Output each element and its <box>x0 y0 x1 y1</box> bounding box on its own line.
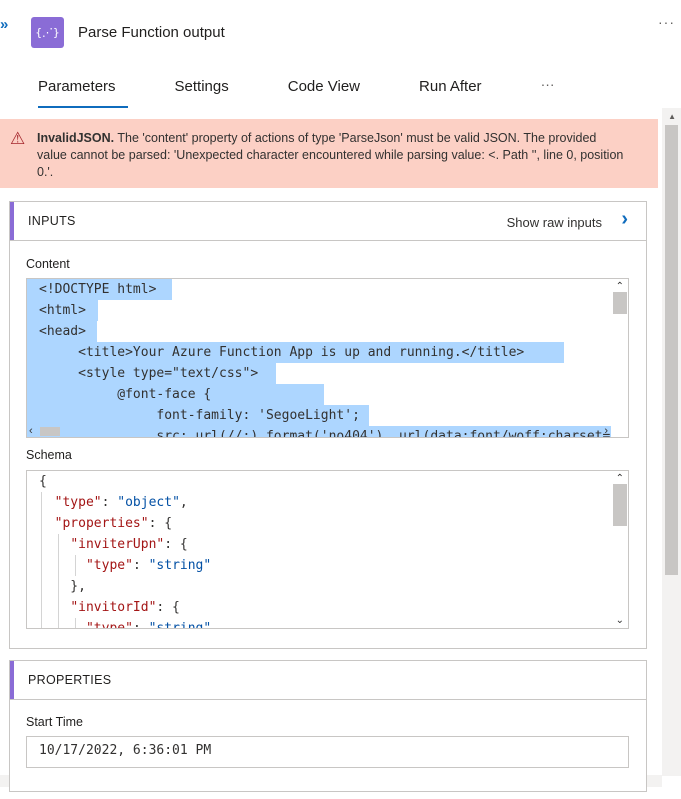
scroll-up-icon[interactable]: ⌃ <box>616 473 624 484</box>
scroll-up-icon[interactable]: ▲ <box>668 112 676 121</box>
json-punct: : <box>132 621 149 629</box>
json-string: "object" <box>117 495 180 510</box>
tab-bar: Parameters Settings Code View Run After ··· <box>26 76 602 110</box>
collapse-panel-icon[interactable]: » <box>0 16 9 33</box>
braces-icon: {⋰} <box>35 26 60 39</box>
schema-scroll-thumb[interactable] <box>613 484 627 526</box>
schema-line: "type": "string" <box>39 555 211 576</box>
tab-settings[interactable]: Settings <box>163 76 241 108</box>
json-punct <box>39 600 70 615</box>
schema-line: "type": "string" <box>39 618 212 629</box>
tab-run-after[interactable]: Run After <box>407 76 494 108</box>
tab-code-view[interactable]: Code View <box>276 76 372 108</box>
json-punct <box>39 495 55 510</box>
content-vertical-scrollbar[interactable]: ⌃ <box>611 279 628 437</box>
inputs-title: INPUTS <box>28 214 76 228</box>
json-punct <box>39 516 55 531</box>
content-line: font-family: 'SegoeLight'; <box>39 408 360 423</box>
scroll-right-icon[interactable]: › <box>604 425 608 437</box>
json-string: "string" <box>148 621 212 629</box>
page-scroll-thumb[interactable] <box>665 125 678 575</box>
json-punct: , <box>179 495 188 510</box>
chevron-right-icon[interactable]: › <box>621 208 628 231</box>
schema-line: "type": "object", <box>39 492 188 513</box>
schema-line: "invitorId": { <box>39 597 180 618</box>
warning-icon: ⚠ <box>10 129 26 148</box>
tabs-more-icon[interactable]: ··· <box>529 76 567 106</box>
error-banner: ⚠ InvalidJSON. The 'content' property of… <box>0 119 658 188</box>
schema-line: "properties": { <box>39 513 172 534</box>
json-punct <box>39 558 86 573</box>
properties-header: PROPERTIES <box>10 661 646 700</box>
content-line: <head> <box>39 324 86 339</box>
json-punct: { <box>39 474 47 489</box>
schema-line: { <box>39 471 47 492</box>
content-hscroll-thumb[interactable] <box>40 427 60 436</box>
properties-title: PROPERTIES <box>28 673 112 687</box>
action-title: Parse Function output <box>78 24 225 41</box>
content-scroll-thumb[interactable] <box>613 292 627 314</box>
error-title: InvalidJSON. <box>37 131 115 145</box>
json-punct: : { <box>156 600 180 615</box>
content-editor[interactable]: <!DOCTYPE html> <html> <head> <title>Your … <box>26 278 629 438</box>
start-time-field: 10/17/2022, 6:36:01 PM <box>26 736 629 768</box>
parse-json-icon: {⋰} <box>31 17 64 48</box>
scroll-up-icon[interactable]: ⌃ <box>616 281 624 292</box>
content-label: Content <box>26 257 70 271</box>
content-line: src: url(//:) format('no404'), url(data:… <box>39 429 611 438</box>
properties-panel: PROPERTIES Start Time 10/17/2022, 6:36:0… <box>9 660 647 792</box>
start-time-value: 10/17/2022, 6:36:01 PM <box>39 743 212 758</box>
error-detail: The 'content' property of actions of typ… <box>37 131 624 179</box>
schema-vertical-scrollbar[interactable]: ⌃ ⌄ <box>611 471 628 628</box>
json-punct: : <box>101 495 118 510</box>
json-key: "inviterUpn" <box>70 537 165 552</box>
scroll-left-icon[interactable]: ‹ <box>29 425 33 437</box>
json-punct: }, <box>39 579 86 594</box>
schema-line: }, <box>39 576 86 597</box>
error-message: InvalidJSON. The 'content' property of a… <box>37 130 627 181</box>
json-key: "properties" <box>54 516 149 531</box>
content-line: @font-face { <box>39 387 212 402</box>
content-line: <title>Your Azure Function App is up and… <box>39 345 525 360</box>
json-punct <box>39 621 86 628</box>
json-key: "type" <box>54 495 102 510</box>
more-options-icon[interactable]: ··· <box>658 14 675 30</box>
json-punct: : { <box>164 537 188 552</box>
scroll-down-icon[interactable]: ⌄ <box>616 615 624 626</box>
schema-label: Schema <box>26 448 72 462</box>
schema-line: "inviterUpn": { <box>39 534 188 555</box>
json-punct <box>39 537 70 552</box>
tab-parameters[interactable]: Parameters <box>26 76 128 108</box>
json-punct: : { <box>148 516 173 531</box>
inputs-header: INPUTS Show raw inputs › <box>10 202 646 241</box>
json-string: "string" <box>148 558 212 573</box>
content-line: <style type="text/css"> <box>39 366 259 381</box>
json-key: "invitorId" <box>70 600 157 615</box>
show-raw-inputs-link[interactable]: Show raw inputs <box>507 215 602 230</box>
content-line: <!DOCTYPE html> <box>39 282 157 297</box>
json-key: "type" <box>85 621 133 629</box>
json-key: "type" <box>85 558 133 573</box>
start-time-label: Start Time <box>26 715 83 729</box>
content-line: <html> <box>39 303 86 318</box>
json-punct: : <box>132 558 149 573</box>
schema-editor[interactable]: { "type": "object", "properties": { "inv… <box>26 470 629 629</box>
inputs-panel: INPUTS Show raw inputs › Content <!DOCTY… <box>9 201 647 649</box>
